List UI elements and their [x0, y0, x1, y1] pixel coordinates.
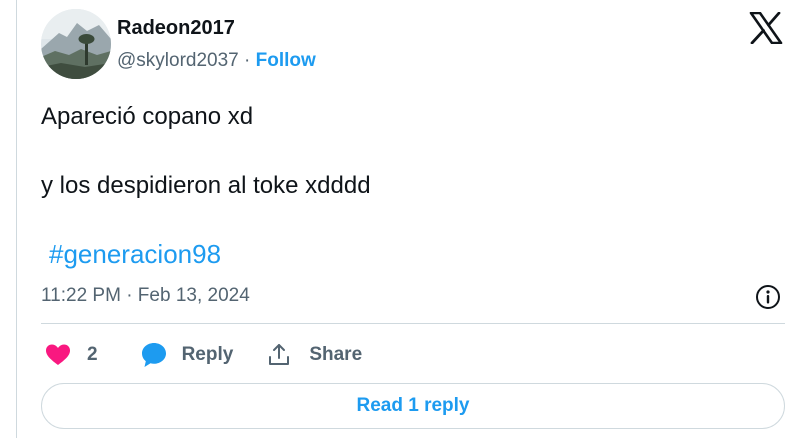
info-icon[interactable] [755, 284, 781, 310]
share-label: Share [309, 344, 363, 365]
read-replies-button[interactable]: Read 1 reply [41, 383, 785, 429]
hashtag-link[interactable]: #generacion98 [49, 239, 221, 270]
display-name[interactable]: Radeon2017 [117, 17, 235, 40]
like-button[interactable]: 2 [41, 343, 98, 367]
reply-button[interactable]: Reply [140, 341, 234, 369]
avatar[interactable] [41, 9, 111, 79]
x-logo-icon[interactable] [749, 11, 783, 45]
post-text-line-2: y los despidieron al toke xdddd [41, 172, 371, 199]
post-card: Radeon2017 @skylord2037 · Follow Apareci… [16, 0, 800, 438]
share-button[interactable]: Share [267, 343, 362, 367]
heart-icon [46, 344, 70, 365]
separator: · [238, 50, 256, 71]
timestamp[interactable]: 11:22 PM · Feb 13, 2024 [41, 285, 250, 307]
like-count: 2 [87, 344, 98, 365]
handle[interactable]: @skylord2037 [117, 50, 239, 71]
chat-bubble-icon [141, 343, 166, 367]
share-upload-icon [269, 344, 290, 365]
divider [41, 323, 785, 324]
handle-row: @skylord2037 · Follow [117, 50, 316, 72]
follow-link[interactable]: Follow [256, 50, 316, 71]
post-text-line-1: Apareció copano xd [41, 103, 254, 130]
read-replies-label: Read 1 reply [356, 395, 470, 416]
reply-label: Reply [181, 344, 234, 365]
action-bar: 2 Reply Share [41, 338, 362, 372]
